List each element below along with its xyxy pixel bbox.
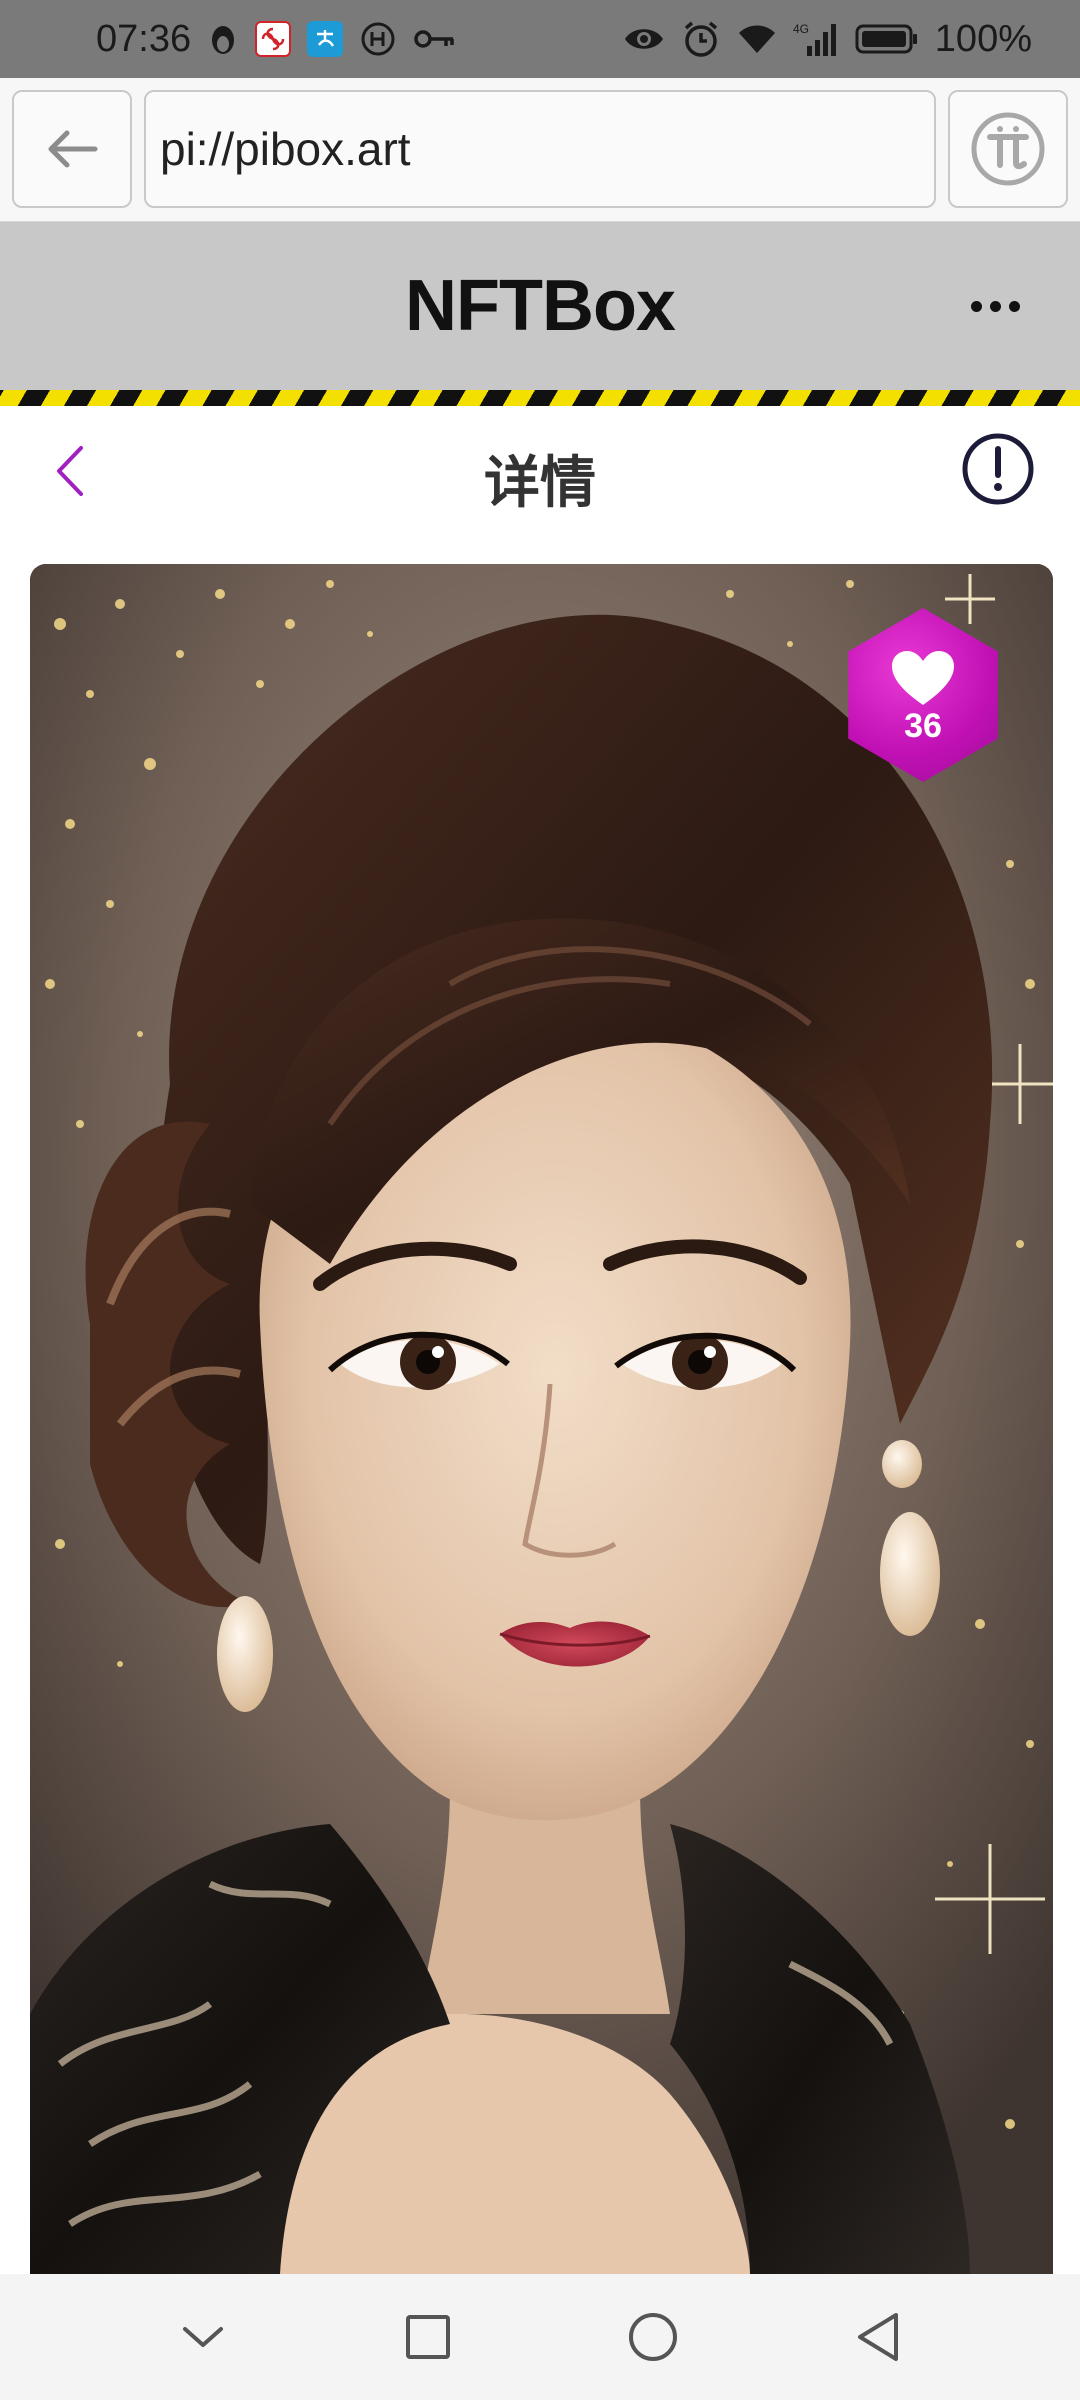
- dot-icon: [1008, 300, 1020, 312]
- dot-icon: [989, 300, 1001, 312]
- browser-address-bar: pi://pibox.art: [0, 78, 1080, 222]
- eye-icon: [623, 24, 665, 54]
- exclamation-circle-icon: [962, 433, 1034, 505]
- heart-icon: [892, 650, 954, 705]
- report-button[interactable]: [960, 431, 1036, 507]
- hazard-stripe-divider: [0, 390, 1080, 406]
- square-icon: [405, 2315, 450, 2359]
- pi-logo-icon: [971, 112, 1045, 186]
- page-title: 详情: [484, 451, 596, 516]
- status-right: 4G 100%: [623, 18, 1032, 61]
- dot-icon: [970, 300, 982, 312]
- recents-button[interactable]: [383, 2292, 473, 2382]
- chevron-down-icon: [182, 2327, 223, 2347]
- signal-icon: 4G: [793, 22, 839, 56]
- nft-artwork-card[interactable]: 36: [30, 564, 1053, 2274]
- home-button[interactable]: [608, 2292, 698, 2382]
- url-text: pi://pibox.art: [160, 123, 411, 175]
- circle-icon: [628, 2313, 677, 2361]
- portrait-artwork-image: [30, 564, 1053, 2274]
- like-count: 36: [904, 706, 942, 745]
- app-title: NFTBox: [405, 266, 676, 346]
- wifi-icon: [737, 23, 777, 55]
- system-navigation-bar: [0, 2274, 1080, 2400]
- status-left: 07:36: [96, 18, 457, 61]
- vpn-icon: [359, 20, 397, 58]
- url-input[interactable]: pi://pibox.art: [144, 90, 936, 208]
- arrow-left-icon: [48, 130, 98, 168]
- more-options-button[interactable]: [950, 276, 1040, 336]
- triangle-back-icon: [857, 2313, 898, 2361]
- battery-percent: 100%: [934, 17, 1032, 60]
- system-back-button[interactable]: [833, 2292, 923, 2382]
- clock: 07:36: [96, 17, 192, 60]
- hide-keyboard-button[interactable]: [158, 2292, 248, 2382]
- pi-browser-button[interactable]: [948, 90, 1068, 208]
- status-bar: 07:36 4G 100%: [0, 0, 1080, 78]
- page-nav-bar: 详情: [0, 406, 1080, 536]
- browser-back-button[interactable]: [12, 90, 132, 208]
- battery-icon: [855, 23, 919, 55]
- network-type: 4G: [793, 22, 809, 36]
- key-icon: [413, 24, 457, 54]
- china-unicom-icon: [255, 21, 292, 57]
- qq-penguin-icon: [207, 20, 239, 58]
- alarm-icon: [681, 19, 721, 59]
- like-button[interactable]: 36: [836, 608, 1010, 782]
- alipay-icon: [307, 21, 344, 57]
- app-header: NFTBox: [0, 222, 1080, 390]
